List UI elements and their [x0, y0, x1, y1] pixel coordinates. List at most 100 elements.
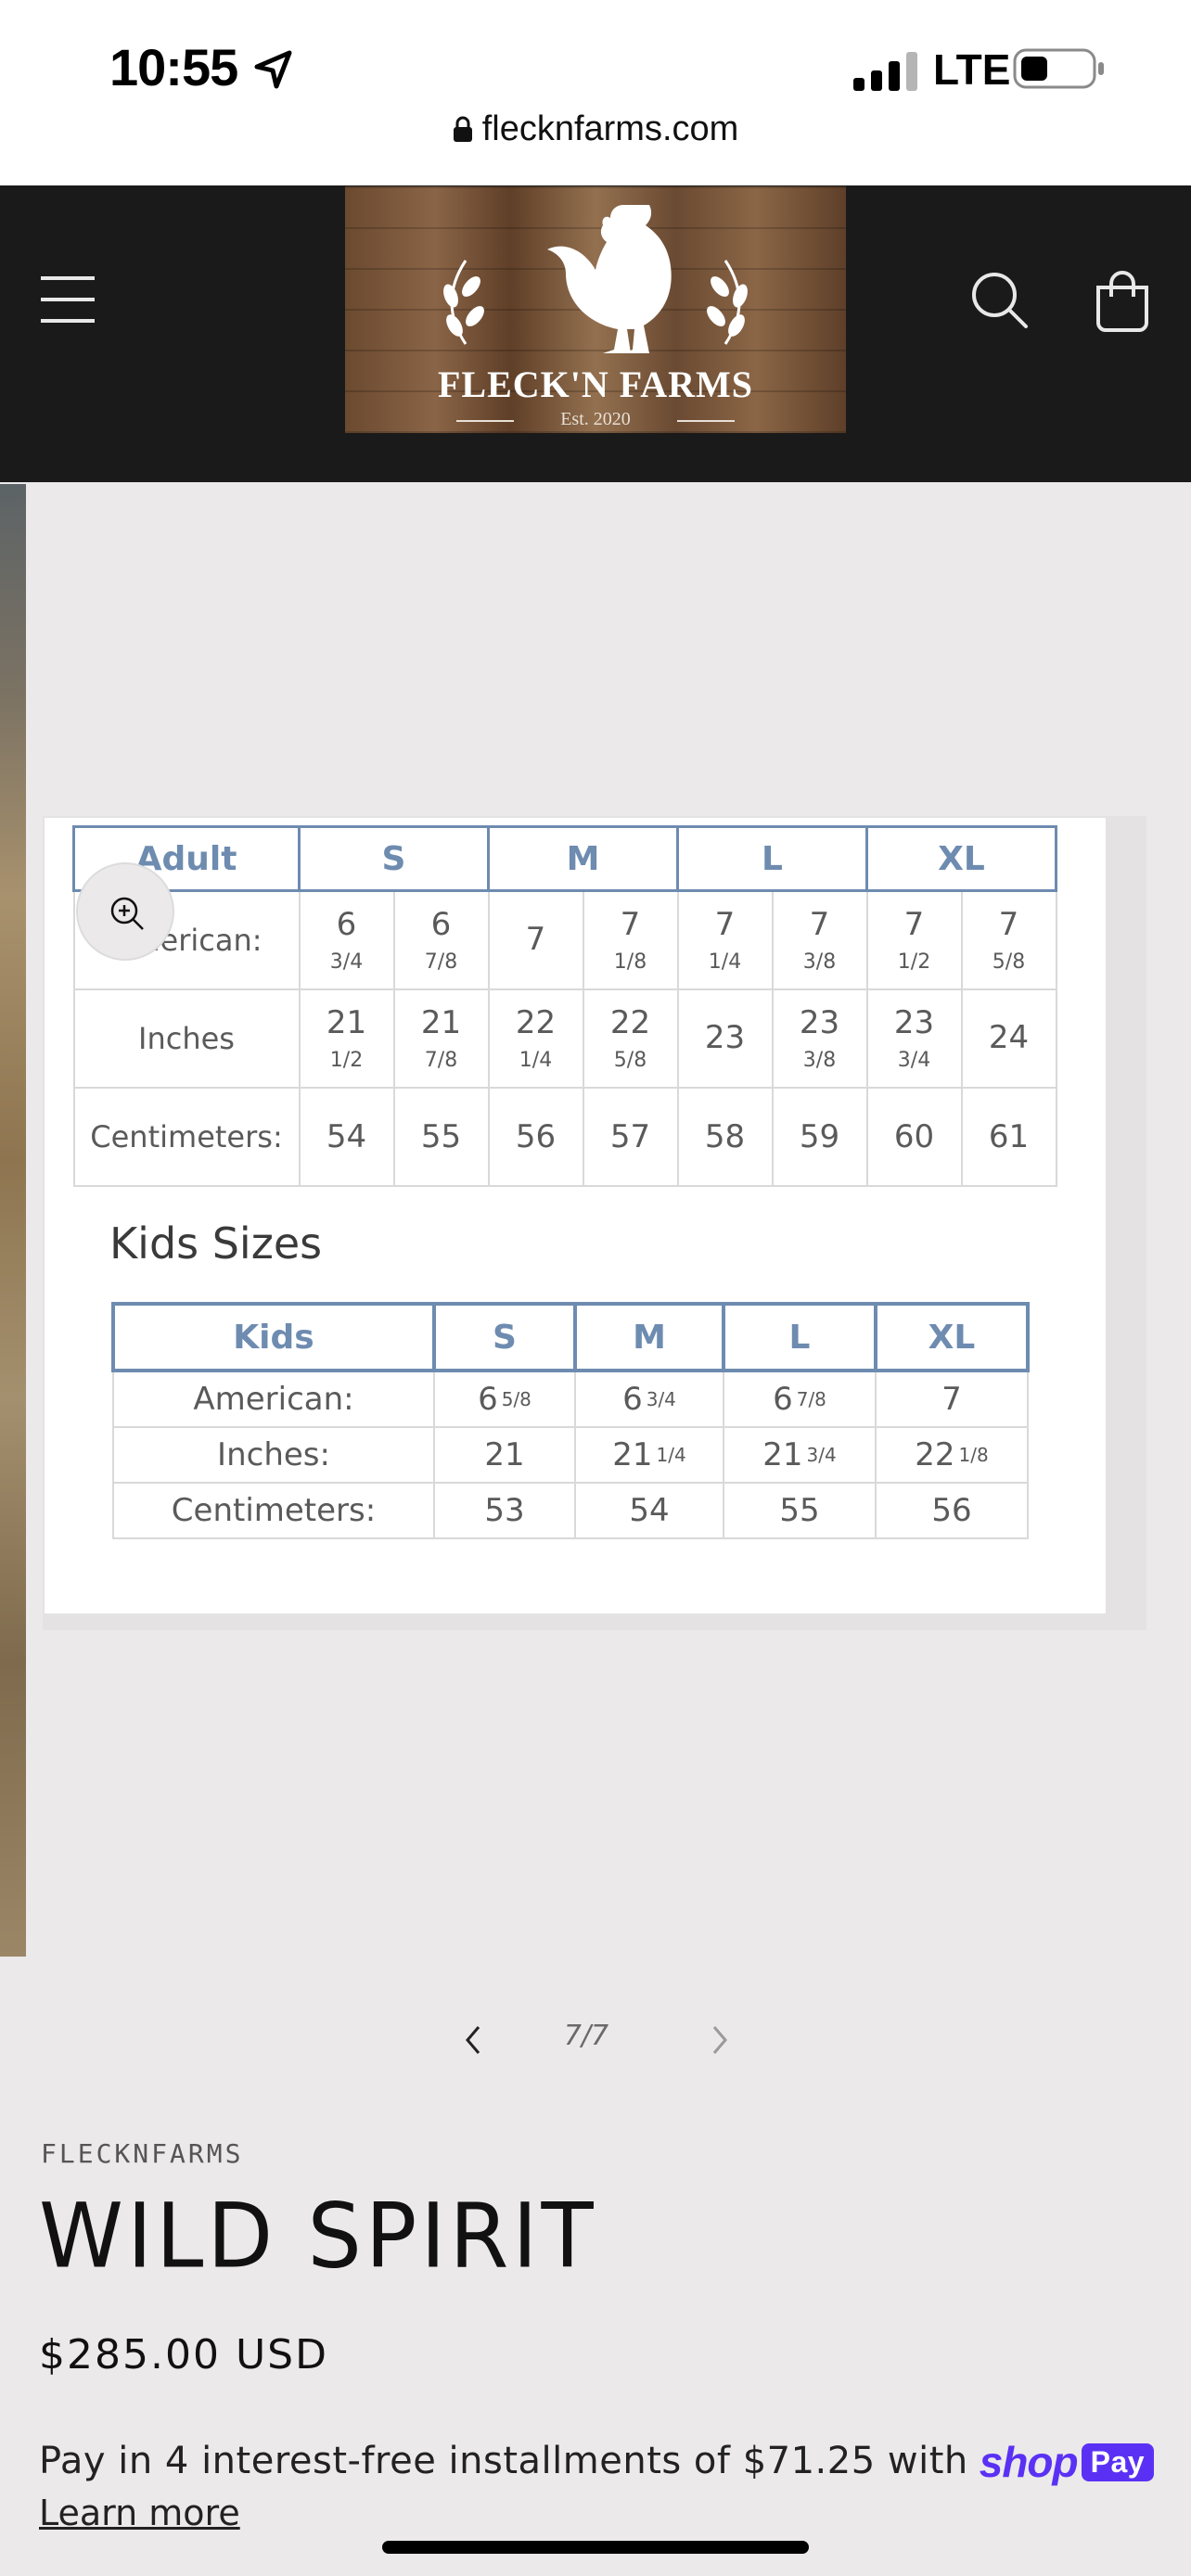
kids-header-m: M — [573, 1302, 725, 1372]
cell-value: 54 — [298, 1087, 395, 1187]
zoom-button[interactable] — [76, 862, 174, 961]
shop-pay-pay-text: Pay — [1081, 2442, 1155, 2481]
cell-whole: 7 — [941, 1381, 962, 1418]
cell-whole: 7 — [903, 905, 925, 943]
cell-whole: 21 — [484, 1436, 525, 1473]
cell-fraction: 7/8 — [424, 950, 458, 974]
cell-value: 56 — [875, 1482, 1029, 1539]
kids-header-label: Kids — [111, 1302, 436, 1372]
adult-header-xl: XL — [865, 825, 1057, 892]
shop-pay-logo: shop Pay — [979, 2437, 1155, 2487]
cell-whole: 7 — [714, 905, 736, 943]
learn-more-link[interactable]: Learn more — [39, 2493, 240, 2533]
cell-whole: 7 — [620, 905, 641, 943]
cell-whole: 21 — [762, 1436, 803, 1473]
cell-whole: 23 — [799, 1003, 840, 1041]
cell-fraction: 1/4 — [519, 1048, 553, 1072]
cell-fraction: 1/8 — [958, 1444, 989, 1466]
cell-fraction: 3/8 — [802, 950, 837, 974]
address-bar[interactable]: flecknfarms.com — [0, 109, 1191, 149]
product-vendor: FLECKNFARMS — [41, 2138, 244, 2169]
cell-whole: 21 — [326, 1003, 367, 1041]
kids-size-table: Kids S M L XL American: 6 5/8 6 3/4 6 7/8 7… — [111, 1302, 1030, 1539]
cell-fraction: 3/4 — [329, 950, 364, 974]
hamburger-menu-icon[interactable] — [37, 271, 102, 328]
row-label: Inches — [72, 988, 301, 1089]
row-label: Centimeters: — [112, 1482, 435, 1539]
kids-row-centimeters: Centimeters: 53 54 55 56 — [112, 1482, 1029, 1539]
adult-row-american: American: 6 3/4 6 7/8 7 7 1/8 7 1/4 7 3/8 7 1/… — [72, 889, 1057, 990]
cell-whole: 6 — [478, 1381, 498, 1418]
rooster-logo-icon — [443, 205, 748, 353]
cell-value: 60 — [865, 1087, 963, 1187]
location-arrow-icon — [254, 50, 292, 89]
kids-row-inches: Inches: 21 21 1/4 21 3/4 22 1/8 — [112, 1426, 1029, 1484]
cell-whole: 22 — [609, 1003, 651, 1041]
cell-whole: 7 — [809, 905, 830, 943]
cell-whole: 6 — [430, 905, 452, 943]
cell-fraction: 3/4 — [806, 1444, 837, 1466]
cell-whole: 6 — [622, 1381, 643, 1418]
cell-whole: 22 — [915, 1436, 955, 1473]
installments-text: Pay in 4 interest-free installments of $… — [39, 2437, 1155, 2487]
status-time: 10:55 — [109, 38, 238, 96]
cell-value: 61 — [960, 1087, 1057, 1187]
cart-icon[interactable] — [1093, 269, 1152, 332]
cellular-signal-icon — [853, 52, 917, 91]
previous-product-image[interactable] — [0, 484, 26, 1957]
shop-pay-shop-text: shop — [979, 2438, 1079, 2486]
cell-whole: 6 — [336, 905, 357, 943]
row-label: Inches: — [112, 1426, 435, 1484]
adult-row-centimeters: Centimeters: 54 55 56 57 58 59 60 61 — [72, 1087, 1057, 1187]
adult-header-l: L — [676, 825, 868, 892]
cell-whole: 23 — [704, 1019, 746, 1057]
cell-fraction: 1/2 — [897, 950, 931, 974]
adult-header-s: S — [298, 825, 490, 892]
row-label: American: — [112, 1370, 435, 1428]
cell-whole: 21 — [612, 1436, 653, 1473]
cell-whole: 21 — [420, 1003, 462, 1041]
cell-fraction: 1/2 — [329, 1048, 364, 1072]
chevron-left-icon[interactable] — [458, 2021, 490, 2059]
cell-fraction: 3/4 — [897, 1048, 931, 1072]
cell-whole: 23 — [893, 1003, 935, 1041]
cell-fraction: 7/8 — [424, 1048, 458, 1072]
cell-value: 53 — [433, 1482, 576, 1539]
logo-est-text: Est. 2020 — [560, 409, 631, 429]
cell-value: 58 — [676, 1087, 774, 1187]
row-label: Centimeters: — [72, 1087, 301, 1187]
cell-whole: 22 — [515, 1003, 557, 1041]
kids-header-l: L — [722, 1302, 877, 1372]
zoom-in-icon — [110, 897, 144, 930]
kids-header-xl: XL — [874, 1302, 1030, 1372]
size-chart-image[interactable]: Adult S M L XL American: 6 3/4 6 7/8 7 7 1/… — [45, 818, 1106, 1613]
adult-row-inches: Inches 21 1/2 21 7/8 22 1/4 22 5/8 23 23 3/8 … — [72, 988, 1057, 1089]
cell-value: 59 — [771, 1087, 868, 1187]
cell-value: 57 — [582, 1087, 679, 1187]
product-title: WILD SPIRIT — [39, 2184, 597, 2289]
battery-icon — [1013, 48, 1104, 89]
cell-fraction: 5/8 — [992, 950, 1026, 974]
kids-row-american: American: 6 5/8 6 3/4 6 7/8 7 — [112, 1370, 1029, 1428]
cell-fraction: 3/4 — [646, 1388, 676, 1410]
cell-value: 54 — [574, 1482, 724, 1539]
slide-counter: 7/7 — [563, 2020, 609, 2052]
cell-fraction: 1/8 — [613, 950, 647, 974]
cell-fraction: 5/8 — [613, 1048, 647, 1072]
cell-fraction: 5/8 — [501, 1388, 531, 1410]
cell-value: 55 — [392, 1087, 490, 1187]
cell-value: 55 — [723, 1482, 877, 1539]
logo-brand-text: FLECK'N FARMS — [437, 363, 754, 405]
cell-whole: 24 — [988, 1019, 1030, 1057]
lock-icon — [453, 116, 472, 142]
network-type: LTE — [933, 45, 1011, 94]
chevron-right-icon[interactable] — [703, 2021, 735, 2059]
cell-whole: 7 — [525, 921, 546, 959]
cell-fraction: 3/8 — [802, 1048, 837, 1072]
product-price: $285.00 USD — [39, 2331, 328, 2378]
cell-value: 56 — [487, 1087, 584, 1187]
cell-whole: 7 — [998, 905, 1019, 943]
search-icon[interactable] — [968, 269, 1030, 330]
site-logo[interactable]: FLECK'N FARMS Est. 2020 — [345, 186, 846, 433]
cell-fraction: 7/8 — [796, 1388, 826, 1410]
